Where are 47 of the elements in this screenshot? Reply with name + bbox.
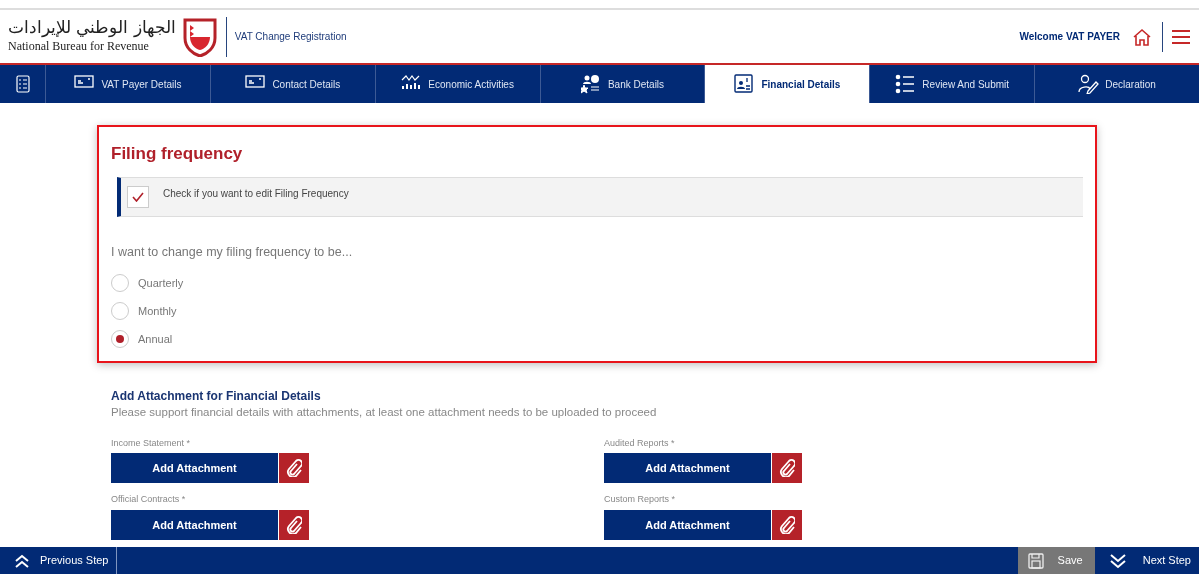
person-money-icon	[580, 74, 602, 94]
paperclip-icon	[779, 515, 795, 534]
emblem-icon	[181, 16, 218, 57]
add-attachment-button[interactable]: Add Attachment	[111, 453, 278, 484]
radio-button[interactable]	[111, 330, 129, 349]
section-title: Filing frequency	[111, 143, 244, 165]
list-icon	[895, 74, 917, 94]
checkbox-label: Check if you want to edit Filing Frequency	[163, 186, 349, 201]
attach-button[interactable]	[278, 509, 309, 540]
attach-button[interactable]	[771, 509, 802, 540]
add-attachment-button[interactable]: Add Attachment	[604, 453, 771, 484]
question-text: I want to change my filing frequency to be...	[111, 243, 354, 261]
attach-button[interactable]	[278, 453, 309, 484]
add-attachment-button[interactable]: Add Attachment	[111, 509, 278, 540]
paperclip-icon	[286, 459, 302, 478]
next-step-button[interactable]: Next Step	[1094, 547, 1199, 574]
previous-step-button[interactable]: Previous Step	[0, 547, 118, 574]
person-pen-icon	[1078, 74, 1100, 94]
checkbox[interactable]	[127, 185, 149, 208]
paperclip-icon	[779, 459, 795, 478]
double-chevron-up-icon	[14, 553, 30, 568]
save-button[interactable]: Save	[1017, 547, 1095, 574]
logo-subtitle: National Bureau for Revenue	[8, 38, 150, 55]
radio-label: Quarterly	[138, 276, 184, 291]
welcome-text: Welcome VAT PAYER	[1019, 30, 1120, 44]
finance-document-icon	[734, 74, 756, 94]
radio-label: Annual	[138, 332, 173, 347]
page-title: VAT Change Registration	[234, 30, 347, 44]
double-chevron-down-icon	[1108, 552, 1127, 569]
section-heading: Add Attachment for Financial Details	[111, 389, 322, 404]
menu-icon[interactable]	[1171, 28, 1191, 45]
step-tab[interactable]: Financial Details	[704, 65, 870, 103]
home-icon[interactable]	[1132, 27, 1152, 46]
checklist-icon[interactable]	[15, 75, 30, 93]
check-icon	[132, 191, 144, 202]
radio-label: Monthly	[138, 304, 177, 319]
add-attachment-button[interactable]: Add Attachment	[604, 509, 771, 540]
radio-button[interactable]	[111, 274, 129, 293]
field-label: Custom Reports *	[604, 493, 677, 507]
attach-button[interactable]	[771, 453, 802, 484]
section-description: Please support financial details with attachments, at least one attachment needs to be uploaded to proceed	[111, 404, 658, 420]
field-label: Income Statement *	[111, 436, 192, 450]
field-label: Official Contracts *	[111, 493, 187, 507]
paperclip-icon	[286, 515, 302, 534]
radio-button[interactable]	[111, 302, 129, 321]
field-label: Audited Reports *	[604, 436, 676, 450]
logo-text: الجهاز الوطني للإيرادات	[8, 18, 176, 37]
